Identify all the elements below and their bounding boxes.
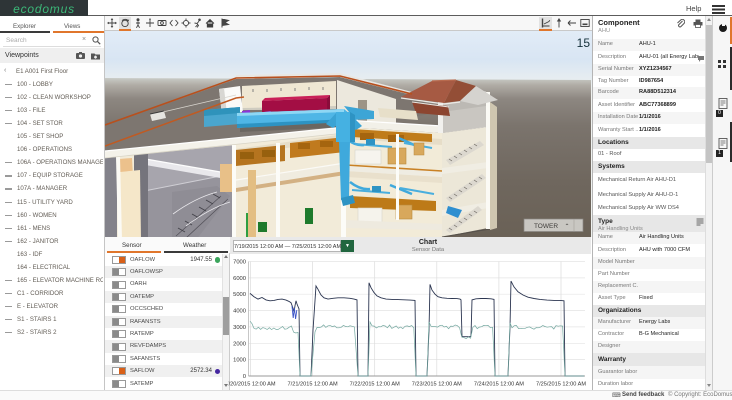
svg-text:7000: 7000 — [233, 260, 246, 266]
svg-text:2000: 2000 — [233, 341, 246, 347]
svg-text:7/23/2015 12:00 AM: 7/23/2015 12:00 AM — [412, 382, 462, 388]
svg-text:5000: 5000 — [233, 292, 246, 298]
svg-text:6000: 6000 — [233, 276, 246, 282]
svg-text:0: 0 — [243, 374, 246, 380]
svg-text:7/21/2015 12:00 AM: 7/21/2015 12:00 AM — [288, 382, 338, 388]
svg-text:3000: 3000 — [233, 325, 246, 331]
svg-text:⌃: ⌃ — [564, 223, 569, 230]
svg-text:TOWER: TOWER — [534, 223, 558, 230]
svg-text:1000: 1000 — [233, 358, 246, 364]
svg-text:7/20/2015 12:00 AM: 7/20/2015 12:00 AM — [228, 382, 276, 388]
svg-text:4000: 4000 — [233, 309, 246, 315]
svg-text:7/24/2015 12:00 AM: 7/24/2015 12:00 AM — [474, 382, 524, 388]
svg-text:15: 15 — [577, 36, 591, 50]
svg-text:7/22/2015 12:00 AM: 7/22/2015 12:00 AM — [350, 382, 400, 388]
svg-text:7/25/2015 12:00 AM: 7/25/2015 12:00 AM — [536, 382, 586, 388]
